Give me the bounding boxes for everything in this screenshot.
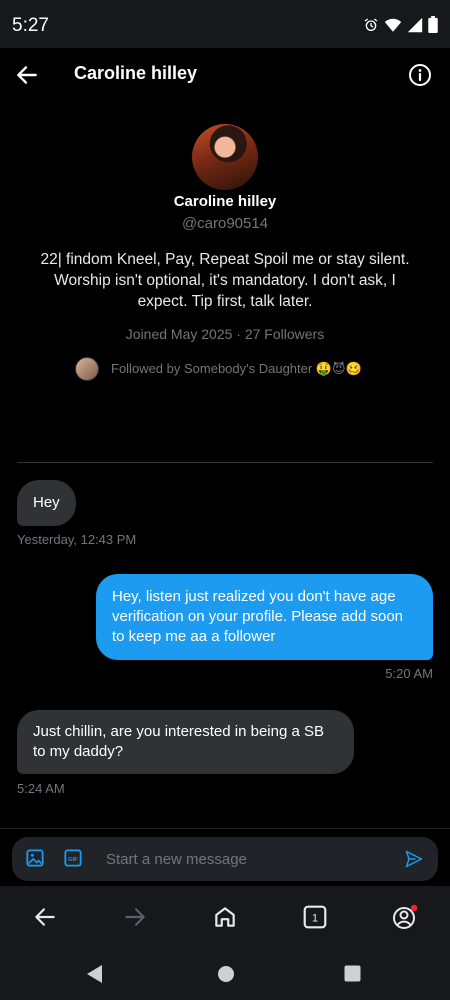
composer-area: GIF	[0, 828, 450, 886]
profile-avatar[interactable]	[192, 124, 258, 190]
home-icon[interactable]	[212, 904, 238, 930]
battery-icon	[428, 16, 438, 33]
message-time: 5:24 AM	[17, 781, 65, 796]
profile-name[interactable]: Caroline hilley	[0, 193, 450, 210]
profile-meta: Joined May 2025 · 27 Followers	[125, 326, 325, 342]
message-bubble-received[interactable]: Just chillin, are you interested in bein…	[17, 710, 354, 774]
info-icon[interactable]	[408, 63, 432, 87]
browser-forward-icon[interactable]	[122, 904, 148, 930]
send-icon[interactable]	[404, 849, 424, 869]
wifi-icon	[384, 18, 402, 32]
system-recents-icon[interactable]	[344, 965, 361, 982]
status-bar: 5:27	[0, 0, 450, 48]
gif-label: GIF	[68, 857, 78, 863]
divider	[17, 462, 433, 463]
status-time: 5:27	[12, 15, 49, 36]
alarm-icon	[364, 17, 378, 31]
message-bubble-received[interactable]: Hey	[17, 480, 76, 526]
message-bubble-sent[interactable]: Hey, listen just realized you don't have…	[96, 574, 433, 660]
follower-avatar	[75, 357, 99, 381]
browser-nav-bar: 1	[0, 886, 450, 948]
conversation-header: Caroline hilley	[0, 48, 450, 102]
system-nav-bar	[0, 948, 450, 1000]
browser-back-icon[interactable]	[32, 904, 58, 930]
profile-bio: 22| findom Kneel, Pay, Repeat Spoil me o…	[40, 251, 410, 310]
message-input[interactable]	[106, 837, 386, 881]
signal-icon	[407, 17, 423, 32]
notification-dot	[410, 904, 418, 912]
back-arrow-icon[interactable]	[14, 62, 40, 88]
system-back-icon[interactable]	[86, 964, 104, 984]
followed-by-row[interactable]: Followed by Somebody's Daughter 🤑😈🥴	[75, 356, 362, 382]
conversation-title[interactable]: Caroline hilley	[74, 63, 197, 84]
system-home-icon[interactable]	[217, 965, 235, 983]
image-icon[interactable]	[26, 849, 44, 867]
account-icon[interactable]	[392, 904, 418, 930]
gif-icon[interactable]: GIF	[64, 849, 82, 867]
message-time: 5:20 AM	[385, 666, 433, 681]
message-time: Yesterday, 12:43 PM	[17, 532, 137, 547]
message-composer: GIF	[12, 837, 438, 881]
tab-count: 1	[312, 912, 318, 924]
tabs-icon[interactable]: 1	[302, 904, 328, 930]
followed-by-text: Followed by Somebody's Daughter 🤑😈🥴	[111, 361, 362, 376]
profile-handle: @caro90514	[181, 215, 269, 232]
status-icons	[363, 16, 438, 33]
